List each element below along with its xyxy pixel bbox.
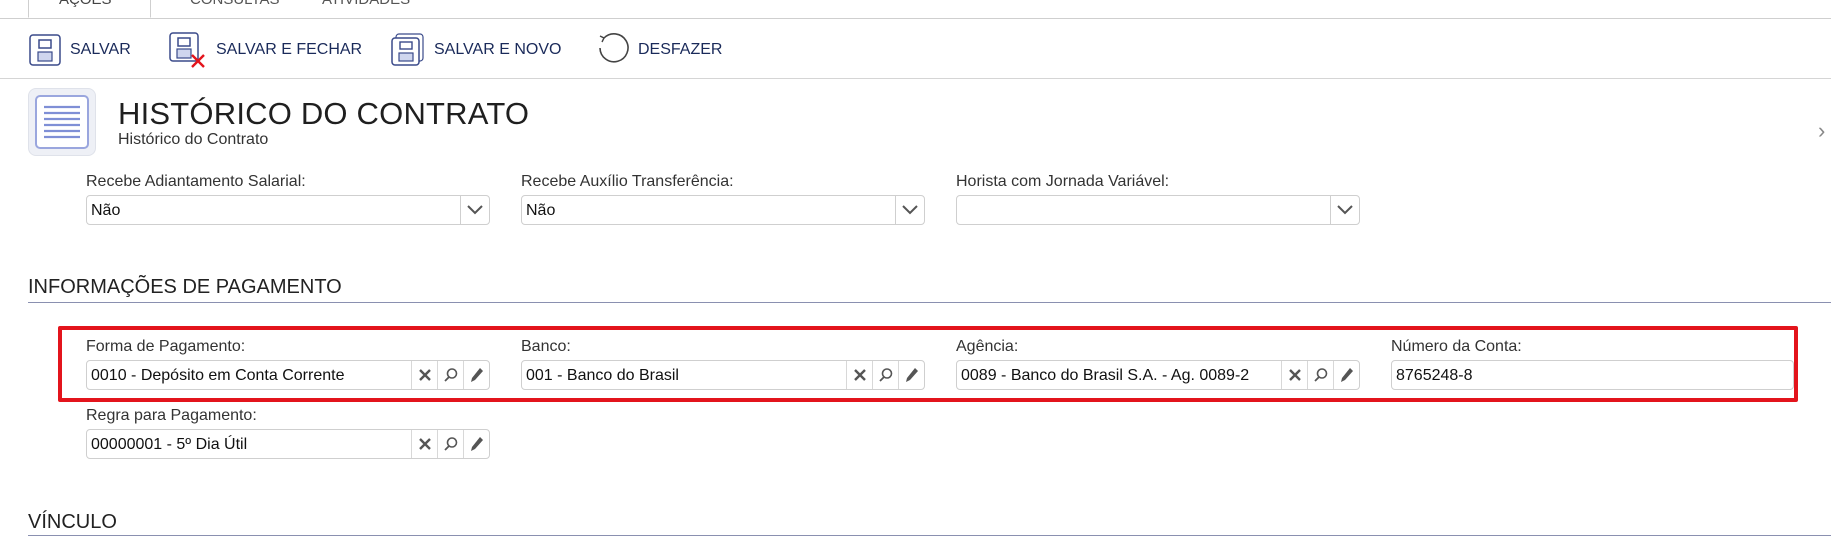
- save-button[interactable]: SALVAR: [28, 32, 131, 68]
- search-icon[interactable]: [437, 430, 463, 458]
- auxilio-select[interactable]: Não: [521, 195, 925, 225]
- save-close-button[interactable]: SALVAR E FECHAR: [168, 32, 362, 68]
- regra-value: 00000001 - 5º Dia Útil: [91, 436, 248, 453]
- save-new-icon: [390, 32, 426, 68]
- save-icon: [28, 33, 62, 67]
- chevron-right-icon[interactable]: ›: [1818, 118, 1825, 144]
- search-icon[interactable]: [437, 361, 463, 389]
- banco-label: Banco:: [521, 338, 571, 355]
- horista-select[interactable]: [956, 195, 1360, 225]
- forma-value: 0010 - Depósito em Conta Corrente: [91, 367, 345, 384]
- section-divider: [28, 302, 1831, 303]
- save-label: SALVAR: [70, 41, 131, 58]
- save-close-label: SALVAR E FECHAR: [216, 41, 363, 58]
- agencia-value: 0089 - Banco do Brasil S.A. - Ag. 0089-2: [961, 367, 1250, 384]
- forma-field[interactable]: 0010 - Depósito em Conta Corrente: [86, 360, 490, 390]
- save-close-icon: [168, 31, 208, 69]
- chevron-down-icon[interactable]: [895, 196, 924, 224]
- tab-atividades[interactable]: ATIVIDADES: [322, 0, 410, 17]
- auxilio-value: Não: [526, 202, 556, 219]
- section-title-payment: INFORMAÇÕES DE PAGAMENTO: [28, 276, 342, 298]
- edit-icon[interactable]: [1333, 361, 1359, 389]
- conta-label: Número da Conta:: [1391, 338, 1522, 355]
- banco-field[interactable]: 001 - Banco do Brasil: [521, 360, 925, 390]
- save-new-label: SALVAR E NOVO: [434, 41, 562, 58]
- tab-consultas[interactable]: CONSULTAS: [190, 0, 279, 17]
- forma-label: Forma de Pagamento:: [86, 338, 246, 355]
- clear-icon[interactable]: [846, 361, 872, 389]
- conta-input[interactable]: 8765248-8: [1391, 360, 1794, 390]
- banco-value: 001 - Banco do Brasil: [526, 367, 679, 384]
- undo-label: DESFAZER: [638, 41, 723, 58]
- edit-icon[interactable]: [463, 361, 489, 389]
- adiantamento-label: Recebe Adiantamento Salarial:: [86, 173, 306, 190]
- save-new-button[interactable]: SALVAR E NOVO: [390, 32, 561, 68]
- tab-acoes[interactable]: AÇÕES: [28, 0, 151, 18]
- agencia-field[interactable]: 0089 - Banco do Brasil S.A. - Ag. 0089-2: [956, 360, 1360, 390]
- chevron-down-icon[interactable]: [1330, 196, 1359, 224]
- search-icon[interactable]: [872, 361, 898, 389]
- document-icon: [28, 88, 96, 156]
- agencia-label: Agência:: [956, 338, 1019, 355]
- conta-value: 8765248-8: [1396, 367, 1473, 384]
- edit-icon[interactable]: [463, 430, 489, 458]
- clear-icon[interactable]: [411, 430, 437, 458]
- page-subtitle: Histórico do Contrato: [118, 131, 269, 148]
- clear-icon[interactable]: [1281, 361, 1307, 389]
- section-title-bond: VÍNCULO: [28, 511, 117, 533]
- undo-button[interactable]: DESFAZER: [594, 32, 722, 68]
- page-title: HISTÓRICO DO CONTRATO: [118, 96, 530, 131]
- section-divider: [28, 535, 1831, 536]
- search-icon[interactable]: [1307, 361, 1333, 389]
- adiantamento-select[interactable]: Não: [86, 195, 490, 225]
- auxilio-label: Recebe Auxílio Transferência:: [521, 173, 734, 190]
- regra-label: Regra para Pagamento:: [86, 407, 257, 424]
- clear-icon[interactable]: [411, 361, 437, 389]
- edit-icon[interactable]: [898, 361, 924, 389]
- horista-label: Horista com Jornada Variável:: [956, 173, 1170, 190]
- adiantamento-value: Não: [91, 202, 121, 219]
- undo-icon: [594, 32, 630, 68]
- regra-field[interactable]: 00000001 - 5º Dia Útil: [86, 429, 490, 459]
- chevron-down-icon[interactable]: [460, 196, 489, 224]
